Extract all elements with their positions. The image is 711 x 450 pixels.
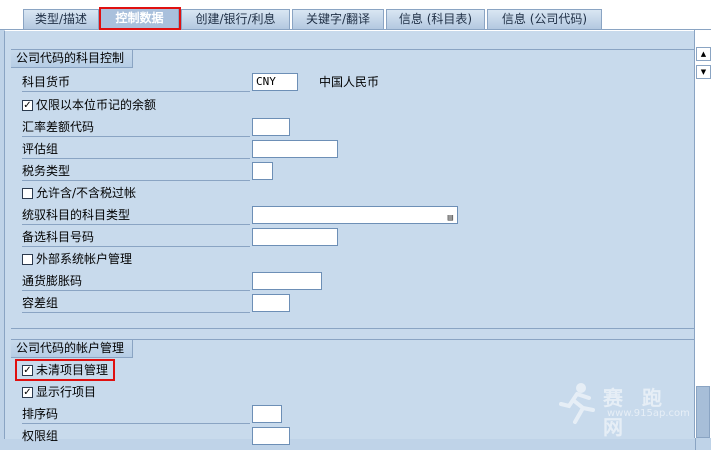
sort-key-label: 排序码 — [22, 407, 59, 421]
ext-system-label: 外部系统帐户管理 — [36, 252, 133, 266]
tab-create-bank-interest[interactable]: 创建/银行/利息 — [181, 9, 290, 29]
account-currency-label: 科目货币 — [22, 75, 71, 89]
watermark-url: www.915ap.com — [607, 408, 690, 419]
label-underline — [22, 91, 250, 92]
label-underline — [22, 312, 250, 313]
line-items-checkbox[interactable]: ✓ — [22, 387, 33, 398]
line-items-label: 显示行项目 — [36, 385, 97, 399]
label-underline — [22, 224, 250, 225]
tab-bar: 类型/描述 控制数据 创建/银行/利息 关键字/翻译 信息 (科目表) 信息 (… — [0, 0, 711, 30]
label-underline — [22, 180, 250, 181]
account-currency-description: 中国人民币 — [319, 75, 380, 89]
tolerance-group-input[interactable] — [252, 294, 290, 312]
tab-keyword-translation[interactable]: 关键字/翻译 — [292, 9, 384, 29]
valuation-group-input[interactable] — [252, 140, 338, 158]
recon-account-type-input[interactable]: ▤ — [252, 206, 458, 224]
label-underline — [22, 290, 250, 291]
posting-without-tax-checkbox[interactable] — [22, 188, 33, 199]
account-currency-input[interactable]: CNY — [252, 73, 298, 91]
only-local-balance-checkbox[interactable]: ✓ — [22, 100, 33, 111]
vertical-scrollbar[interactable]: ▲ ▼ — [694, 30, 711, 438]
inflation-key-input[interactable] — [252, 272, 322, 290]
alt-account-label: 备选科目号码 — [22, 230, 95, 244]
exchange-diff-input[interactable] — [252, 118, 290, 136]
tax-category-label: 税务类型 — [22, 164, 71, 178]
f4-help-icon[interactable]: ▤ — [448, 210, 453, 226]
scroll-up-icon[interactable]: ▲ — [696, 47, 711, 61]
tab-type-description[interactable]: 类型/描述 — [23, 9, 99, 29]
sort-key-input[interactable] — [252, 405, 282, 423]
recon-account-type-label: 统驭科目的科目类型 — [22, 208, 131, 222]
content-panel: 公司代码的科目控制 科目货币 CNY 中国人民币 ✓ 仅限以本位币记的余额 汇率… — [4, 30, 696, 450]
tab-info-chart-of-accounts[interactable]: 信息 (科目表) — [386, 9, 485, 29]
active-tab-highlight — [99, 7, 181, 30]
runner-logo-icon — [559, 383, 595, 424]
ext-system-checkbox[interactable] — [22, 254, 33, 265]
label-underline — [22, 136, 250, 137]
exchange-diff-label: 汇率差额代码 — [22, 120, 95, 134]
auth-group-input[interactable] — [252, 427, 290, 445]
scroll-down-icon[interactable]: ▼ — [696, 65, 711, 79]
tab-info-company-code[interactable]: 信息 (公司代码) — [487, 9, 602, 29]
group-title-account-management: 公司代码的帐户管理 — [11, 340, 134, 358]
watermark: 赛 跑 网 www.915ap.com — [555, 380, 700, 439]
alt-account-input[interactable] — [252, 228, 338, 246]
label-underline — [22, 423, 250, 424]
open-item-highlight — [15, 359, 115, 381]
inflation-key-label: 通货膨胀码 — [22, 274, 83, 288]
valuation-group-label: 评估组 — [22, 142, 59, 156]
account-control-group: 公司代码的科目控制 科目货币 CNY 中国人民币 ✓ 仅限以本位币记的余额 汇率… — [11, 49, 696, 329]
only-local-balance-label: 仅限以本位币记的余额 — [36, 98, 157, 112]
auth-group-label: 权限组 — [22, 429, 59, 443]
group-title-account-control: 公司代码的科目控制 — [11, 50, 134, 68]
tolerance-group-label: 容差组 — [22, 296, 59, 310]
posting-without-tax-label: 允许含/不含税过帐 — [36, 186, 137, 200]
label-underline — [22, 246, 250, 247]
tax-category-input[interactable] — [252, 162, 273, 180]
label-underline — [22, 158, 250, 159]
